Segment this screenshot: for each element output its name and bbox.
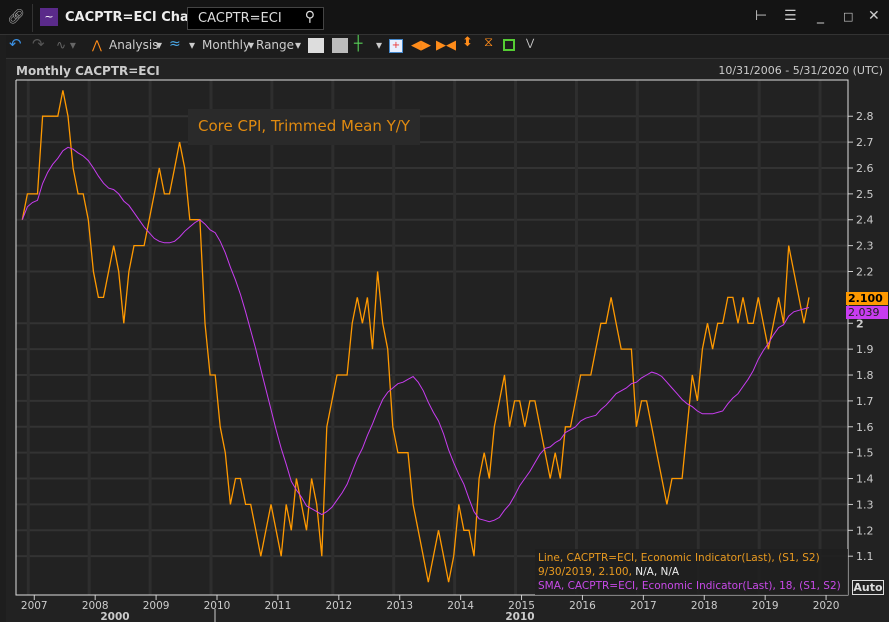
y-tick-label: 1.1 [856, 550, 874, 563]
x-tick-label: 2011 [265, 600, 292, 612]
x-tick-label: 2019 [752, 600, 779, 612]
x-tick-label: 2010 [204, 600, 231, 612]
legend-sma-series: SMA, CACPTR=ECI, Economic Indicator(Last… [538, 580, 841, 592]
y-tick-label: 2.6 [856, 162, 874, 175]
decade-label: 2010 [505, 611, 534, 622]
auto-scale-button[interactable]: Auto [852, 580, 884, 595]
legend-na: N/A, N/A [635, 566, 680, 578]
y-tick-label: 1.5 [856, 447, 874, 460]
y-tick-label: 2.7 [856, 136, 874, 149]
last-value-tag: 2.100 [846, 292, 888, 305]
y-tick-label: 1.7 [856, 395, 874, 408]
y-tick-label: 2.2 [856, 266, 874, 279]
legend-last-value: 9/30/2019, 2.100, [538, 566, 636, 578]
y-tick-label: 1.8 [856, 369, 874, 382]
y-tick-label: 1.4 [856, 473, 874, 486]
y-tick-label: 1.6 [856, 421, 874, 434]
decade-label: 2000 [100, 611, 129, 622]
x-tick-label: 2016 [569, 600, 596, 612]
chart-annotation[interactable]: Core CPI, Trimmed Mean Y/Y [188, 109, 420, 145]
plot-background [16, 80, 848, 595]
chart-title: Monthly CACPTR=ECI [16, 64, 160, 78]
sma-value-tag: 2.039 [846, 306, 888, 319]
y-tick-label: 2.5 [856, 188, 874, 201]
x-tick-label: 2009 [143, 600, 170, 612]
x-tick-label: 2014 [447, 600, 474, 612]
legend: Line, CACPTR=ECI, Economic Indicator(Las… [535, 549, 848, 595]
x-tick-label: 2018 [691, 600, 718, 612]
x-tick-label: 2020 [813, 600, 840, 612]
y-tick-label: 2.3 [856, 240, 874, 253]
y-tick-label: 2 [856, 317, 864, 330]
x-tick-label: 2013 [386, 600, 413, 612]
y-tick-label: 1.3 [856, 498, 874, 511]
y-tick-label: 1.2 [856, 524, 874, 537]
y-tick-label: 1.9 [856, 343, 874, 356]
x-tick-label: 2017 [630, 600, 657, 612]
x-tick-label: 2007 [21, 600, 48, 612]
y-tick-label: 2.4 [856, 214, 874, 227]
chart-plot[interactable]: 2.8 2.7 2.6 2.5 2.4 2.3 2.2 2 1.9 1.8 1.7 1.6 1.5 1.4… [0, 0, 889, 622]
legend-line-series: Line, CACPTR=ECI, Economic Indicator(Las… [538, 552, 820, 564]
y-tick-label: 2.8 [856, 110, 874, 123]
date-range: 10/31/2006 - 5/31/2020 (UTC) [718, 64, 883, 77]
x-tick-label: 2012 [325, 600, 352, 612]
